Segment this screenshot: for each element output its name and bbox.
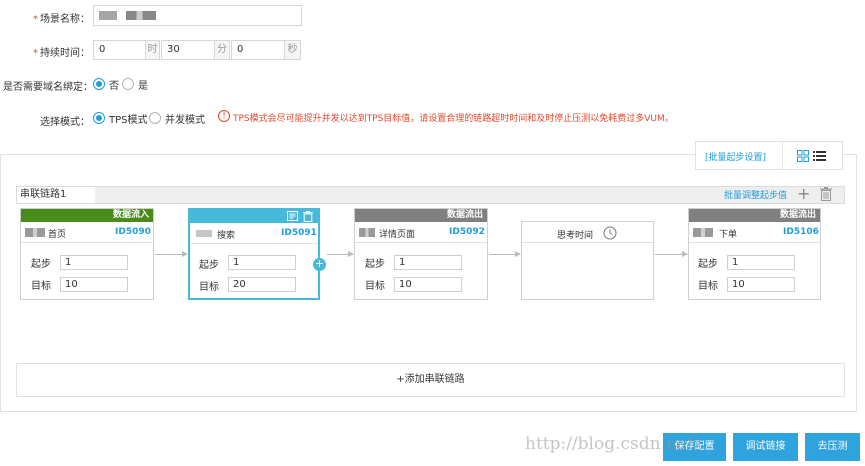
start-label: 起步 (698, 259, 718, 270)
domain-bind-yes-radio[interactable] (122, 78, 134, 90)
scene-name-input[interactable] (93, 5, 302, 26)
warning-icon: ! (218, 110, 230, 122)
target-label: 目标 (698, 281, 718, 292)
chain-header (16, 186, 845, 204)
node-divider (689, 242, 820, 243)
node-title: 详情页面 (379, 230, 416, 240)
node-thumbnail (196, 230, 212, 237)
start-input[interactable]: 1 (60, 255, 128, 270)
start-input[interactable]: 1 (727, 255, 795, 270)
target-input[interactable]: 20 (228, 277, 296, 292)
mode-warning-text: TPS模式会尽可能提升并发以达到TPS目标值，请设置合理的链路超时时间和及时停止… (233, 114, 674, 124)
node-think-time[interactable]: 思考时间 (521, 221, 654, 300)
mode-concurrent-radio[interactable] (149, 112, 161, 124)
node-home[interactable]: 数据流入 首页 ID5090 起步 1 目标 10 (20, 208, 154, 300)
node-thumbnail (25, 228, 45, 237)
node-detail[interactable]: 数据流出 详情页面 ID5092 起步 1 目标 10 (354, 208, 488, 300)
node-thumbnail (693, 228, 713, 237)
target-input[interactable]: 10 (727, 277, 795, 292)
target-input[interactable]: 10 (394, 277, 462, 292)
toolbar-divider (782, 141, 783, 170)
domain-bind-yes-label: 是 (138, 81, 148, 92)
node-head-outflow: 数据流出 (355, 209, 487, 222)
mode-tps-radio[interactable] (93, 112, 105, 124)
scene-name-label: * 场景名称： (33, 14, 90, 25)
target-label: 目标 (31, 281, 51, 292)
add-node-icon[interactable]: + (313, 258, 326, 271)
node-id: ID5092 (449, 227, 485, 237)
node-head-inflow: 数据流入 (21, 209, 153, 222)
node-head-outflow: 数据流出 (689, 209, 820, 222)
edit-icon[interactable] (287, 211, 298, 221)
add-chain-button[interactable]: +添加串联链路 (16, 363, 845, 397)
node-thumbnail (359, 228, 375, 237)
grid-view-icon[interactable] (797, 150, 809, 162)
list-view-icon[interactable] (813, 150, 826, 162)
node-delete-icon[interactable] (303, 211, 313, 222)
node-search[interactable]: 搜索 ID5091 起步 1 目标 20 (188, 208, 320, 300)
node-divider (355, 242, 487, 243)
blurred-scene-name-2 (126, 11, 157, 20)
clock-icon (603, 226, 617, 240)
node-order[interactable]: 数据流出 下单 ID5106 起步 1 目标 10 (688, 208, 821, 300)
chain-name[interactable]: 串联链路1 (17, 187, 95, 203)
add-icon[interactable]: + (797, 186, 810, 202)
target-input[interactable]: 10 (60, 277, 128, 292)
start-test-button[interactable]: 去压测 (805, 433, 860, 461)
domain-bind-no-radio[interactable] (93, 78, 105, 90)
start-label: 起步 (31, 259, 51, 270)
debug-link-button[interactable]: 调试链接 (733, 433, 798, 461)
batch-start-button[interactable]: [批量起步设置] (705, 150, 766, 163)
domain-bind-label: 是否需要域名绑定： (3, 82, 93, 93)
duration-seconds-input[interactable]: 0 (231, 40, 285, 60)
start-label: 起步 (365, 259, 385, 270)
save-config-button[interactable]: 保存配置 (663, 433, 726, 461)
start-input[interactable]: 1 (394, 255, 462, 270)
node-divider (522, 242, 653, 243)
duration-minutes-unit: 分 (215, 40, 230, 60)
batch-adjust-link[interactable]: 批量调整起步值 (724, 188, 787, 201)
node-id: ID5091 (281, 228, 317, 238)
flow-arrow (327, 251, 354, 257)
node-divider (190, 243, 318, 244)
node-title: 下单 (719, 230, 738, 240)
mode-label: 选择模式： (40, 117, 90, 128)
duration-hours-input[interactable]: 0 (93, 40, 146, 60)
node-divider (21, 242, 153, 243)
start-label: 起步 (199, 260, 219, 271)
flow-arrow (655, 251, 688, 257)
duration-label: * 持续时间： (33, 48, 90, 59)
target-label: 目标 (199, 282, 219, 293)
node-title: 搜索 (217, 231, 236, 241)
start-input[interactable]: 1 (228, 255, 296, 270)
target-label: 目标 (365, 281, 385, 292)
chain-delete-icon[interactable] (820, 187, 832, 201)
duration-hours-unit: 时 (146, 40, 160, 60)
domain-bind-no-label: 否 (109, 81, 119, 92)
duration-seconds-unit: 秒 (285, 40, 301, 60)
node-id: ID5106 (783, 227, 819, 237)
node-title: 思考时间 (557, 231, 594, 241)
blurred-scene-name (99, 11, 117, 20)
flow-arrow (489, 251, 521, 257)
flow-arrow (155, 251, 188, 257)
duration-minutes-input[interactable]: 30 (161, 40, 215, 60)
mode-tps-label: TPS模式 (109, 115, 148, 126)
node-title: 首页 (48, 230, 67, 240)
node-head-selected (190, 210, 318, 223)
mode-concurrent-label: 并发模式 (165, 115, 205, 126)
node-id: ID5090 (115, 227, 151, 237)
